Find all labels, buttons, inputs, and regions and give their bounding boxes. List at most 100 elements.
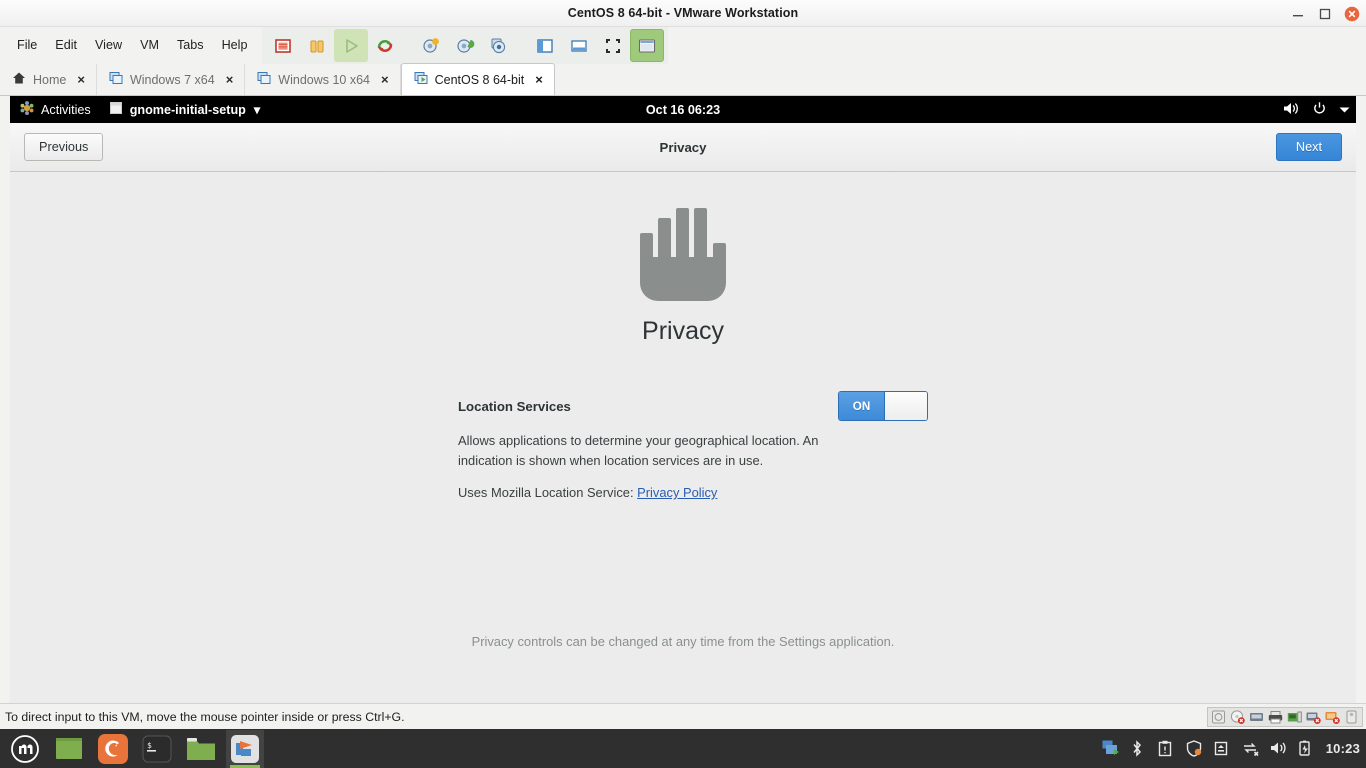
app-menu-label: gnome-initial-setup — [129, 102, 246, 117]
vmware-statusbar: To direct input to this VM, move the mou… — [0, 703, 1366, 729]
menu-tabs[interactable]: Tabs — [168, 35, 213, 56]
sound-card-disconnected-icon[interactable] — [1305, 709, 1322, 725]
tab-close-icon[interactable]: × — [535, 72, 543, 87]
tab-label: Home — [33, 72, 67, 87]
app-window-icon — [109, 102, 122, 117]
update-shield-icon[interactable] — [1186, 740, 1203, 757]
taskbar-clock[interactable]: 10:23 — [1326, 741, 1360, 756]
play-power-on-icon[interactable] — [334, 29, 369, 62]
gnome-status-indicators[interactable] — [1283, 96, 1350, 123]
mls-prefix: Uses Mozilla Location Service: — [458, 485, 634, 500]
page-title: Privacy — [642, 317, 724, 345]
activities-button[interactable]: Activities — [10, 96, 102, 123]
menu-file[interactable]: File — [8, 35, 46, 56]
volume-icon — [1283, 101, 1300, 119]
clipboard-icon[interactable] — [1158, 740, 1175, 757]
unity-mode-icon[interactable] — [630, 29, 665, 62]
setup-header-title: Privacy — [659, 139, 707, 155]
home-icon — [12, 71, 26, 88]
tab-label: Windows 10 x64 — [278, 72, 371, 87]
show-desktop-icon[interactable] — [50, 730, 88, 768]
guest-screen: Activities gnome-initial-setup ▾ Oct 16 … — [0, 96, 1366, 703]
vmware-menubar: File Edit View VM Tabs Help — [0, 27, 1366, 64]
activities-label: Activities — [41, 102, 91, 117]
taskbar-apps: $ — [0, 729, 264, 768]
vmware-tabbar: Home × Windows 7 x64 × Windows 10 x64 × — [0, 63, 1366, 96]
location-services-toggle[interactable]: ON — [838, 391, 928, 421]
snapshot-manager-icon[interactable] — [482, 29, 516, 62]
terminal-icon[interactable]: $ — [138, 730, 176, 768]
power-off-guest-icon[interactable] — [266, 29, 300, 62]
toolbar-separator — [402, 29, 414, 62]
menu-view[interactable]: View — [86, 35, 131, 56]
window-controls — [1290, 0, 1360, 27]
tab-centos-8-64-bit[interactable]: CentOS 8 64-bit × — [400, 63, 555, 95]
gnome-topbar: Activities gnome-initial-setup ▾ Oct 16 … — [10, 96, 1356, 123]
setup-headerbar: Previous Privacy Next — [10, 123, 1356, 172]
minimize-button[interactable] — [1290, 6, 1306, 22]
toolbar-separator — [516, 29, 528, 62]
vm-running-icon — [414, 71, 428, 88]
tab-close-icon[interactable]: × — [77, 72, 85, 87]
tab-label: CentOS 8 64-bit — [434, 72, 525, 87]
menu-items: File Edit View VM Tabs Help — [0, 27, 256, 64]
location-services-description: Allows applications to determine your ge… — [458, 433, 819, 468]
menu-edit[interactable]: Edit — [46, 35, 86, 56]
show-thumbnail-bar-icon[interactable] — [562, 29, 596, 62]
firefox-icon[interactable] — [94, 730, 132, 768]
toggle-state-label: ON — [839, 392, 884, 420]
display-disconnected-icon[interactable] — [1324, 709, 1341, 725]
vmware-titlebar: CentOS 8 64-bit - VMware Workstation — [0, 0, 1366, 27]
removable-media-icon[interactable] — [1214, 740, 1231, 757]
mozilla-location-service-line: Uses Mozilla Location Service: Privacy P… — [458, 485, 928, 500]
tab-label: Windows 7 x64 — [129, 72, 215, 87]
bluetooth-icon[interactable] — [1130, 740, 1147, 757]
vm-icon — [257, 71, 271, 88]
cd-dvd-disconnected-icon[interactable] — [1229, 709, 1246, 725]
usb-device-icon[interactable] — [1343, 709, 1360, 725]
power-icon — [1312, 101, 1327, 119]
window-title: CentOS 8 64-bit - VMware Workstation — [567, 6, 799, 20]
tab-close-icon[interactable]: × — [381, 72, 389, 87]
gnome-foot-icon — [20, 101, 34, 118]
snapshot-revert-icon[interactable] — [448, 29, 482, 62]
maximize-button[interactable] — [1317, 6, 1333, 22]
battery-charging-icon[interactable] — [1298, 740, 1315, 757]
location-services-row: Location Services ON — [458, 391, 928, 421]
usb-controller-icon[interactable] — [1286, 709, 1303, 725]
privacy-policy-link[interactable]: Privacy Policy — [637, 485, 717, 500]
statusbar-device-icons — [1207, 707, 1363, 727]
statusbar-message: To direct input to this VM, move the mou… — [5, 709, 405, 724]
menu-vm[interactable]: VM — [131, 35, 168, 56]
reset-guest-icon[interactable] — [368, 29, 402, 62]
next-button[interactable]: Next — [1275, 133, 1342, 161]
previous-button[interactable]: Previous — [24, 133, 104, 161]
hard-disk-icon[interactable] — [1210, 709, 1227, 725]
mint-menu-icon[interactable] — [6, 730, 44, 768]
tab-home[interactable]: Home × — [0, 64, 97, 95]
volume-icon[interactable] — [1270, 740, 1287, 757]
snapshot-take-icon[interactable] — [414, 29, 448, 62]
chevron-down-icon: ▾ — [253, 103, 261, 117]
suspend-guest-icon[interactable] — [300, 29, 334, 62]
location-services-label: Location Services — [458, 398, 571, 414]
fullscreen-icon[interactable] — [596, 29, 630, 62]
printer-icon[interactable] — [1267, 709, 1284, 725]
close-button[interactable] — [1344, 6, 1360, 22]
tab-close-icon[interactable]: × — [226, 72, 234, 87]
setup-body: Privacy Location Services ON Allows appl… — [10, 173, 1356, 703]
show-library-icon[interactable] — [528, 29, 562, 62]
chevron-down-icon — [1339, 103, 1350, 117]
vmware-tray-icon[interactable] — [1102, 740, 1119, 757]
svg-text:$: $ — [147, 741, 152, 750]
setup-footer-note: Privacy controls can be changed at any t… — [471, 634, 895, 649]
tab-windows-7-x64[interactable]: Windows 7 x64 × — [97, 64, 246, 95]
file-manager-icon[interactable] — [182, 730, 220, 768]
app-menu-button[interactable]: gnome-initial-setup ▾ — [102, 96, 268, 123]
host-taskbar: $ 10:23 — [0, 729, 1366, 768]
vmware-workstation-icon[interactable] — [226, 729, 264, 768]
menu-help[interactable]: Help — [213, 35, 257, 56]
tab-windows-10-x64[interactable]: Windows 10 x64 × — [245, 64, 401, 95]
network-adapter-icon[interactable] — [1248, 709, 1265, 725]
network-disconnected-icon[interactable] — [1242, 740, 1259, 757]
